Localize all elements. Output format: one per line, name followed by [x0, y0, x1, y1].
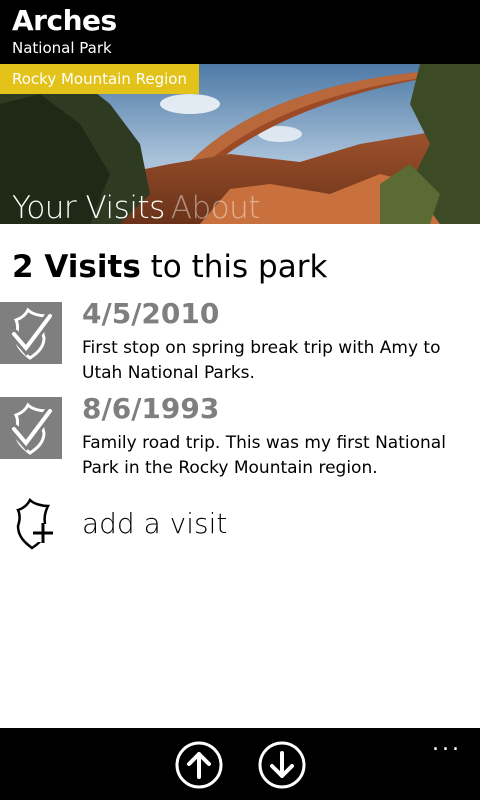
visits-heading: 2 Visits to this park [12, 247, 327, 287]
hero-image: Rocky Mountain Region Your Visits About [0, 64, 480, 224]
arrow-down-icon[interactable] [257, 740, 307, 790]
app-bar: ... [0, 728, 480, 800]
region-badge: Rocky Mountain Region [0, 64, 199, 94]
add-visit-button[interactable]: add a visit [0, 496, 480, 556]
checked-shield-icon [0, 302, 62, 364]
arrow-up-icon[interactable] [174, 740, 224, 790]
visit-count: 2 Visits [12, 249, 141, 285]
tab-your-visits[interactable]: Your Visits [12, 190, 165, 224]
pivot-header: Your Visits About [12, 188, 260, 224]
more-options-icon[interactable]: ... [432, 733, 462, 755]
visit-date: 4/5/2010 [82, 297, 220, 330]
visit-item[interactable]: 8/6/1993 Family road trip. This was my f… [0, 392, 480, 487]
park-subtitle: National Park [12, 39, 112, 57]
visits-heading-suffix: to this park [140, 249, 328, 285]
top-bar: Arches National Park [0, 0, 480, 64]
visit-note: Family road trip. This was my first Nati… [82, 433, 446, 478]
tab-about[interactable]: About [171, 190, 261, 224]
park-title: Arches [12, 4, 117, 37]
visit-item[interactable]: 4/5/2010 First stop on spring break trip… [0, 297, 480, 392]
visit-date: 8/6/1993 [82, 392, 220, 425]
visit-note: First stop on spring break trip with Amy… [82, 338, 441, 383]
add-visit-label: add a visit [82, 507, 228, 540]
checked-shield-icon [0, 397, 62, 459]
add-shield-icon [16, 498, 53, 550]
